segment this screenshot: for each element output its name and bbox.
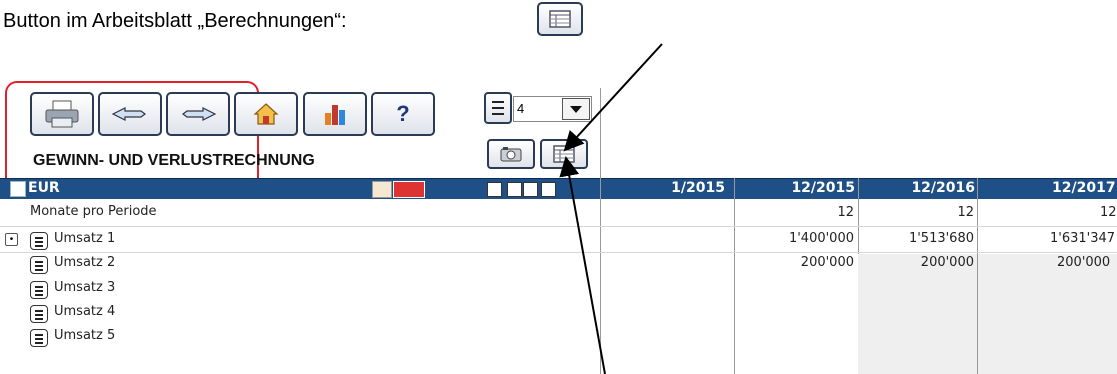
annotation-arrows (559, 43, 663, 374)
